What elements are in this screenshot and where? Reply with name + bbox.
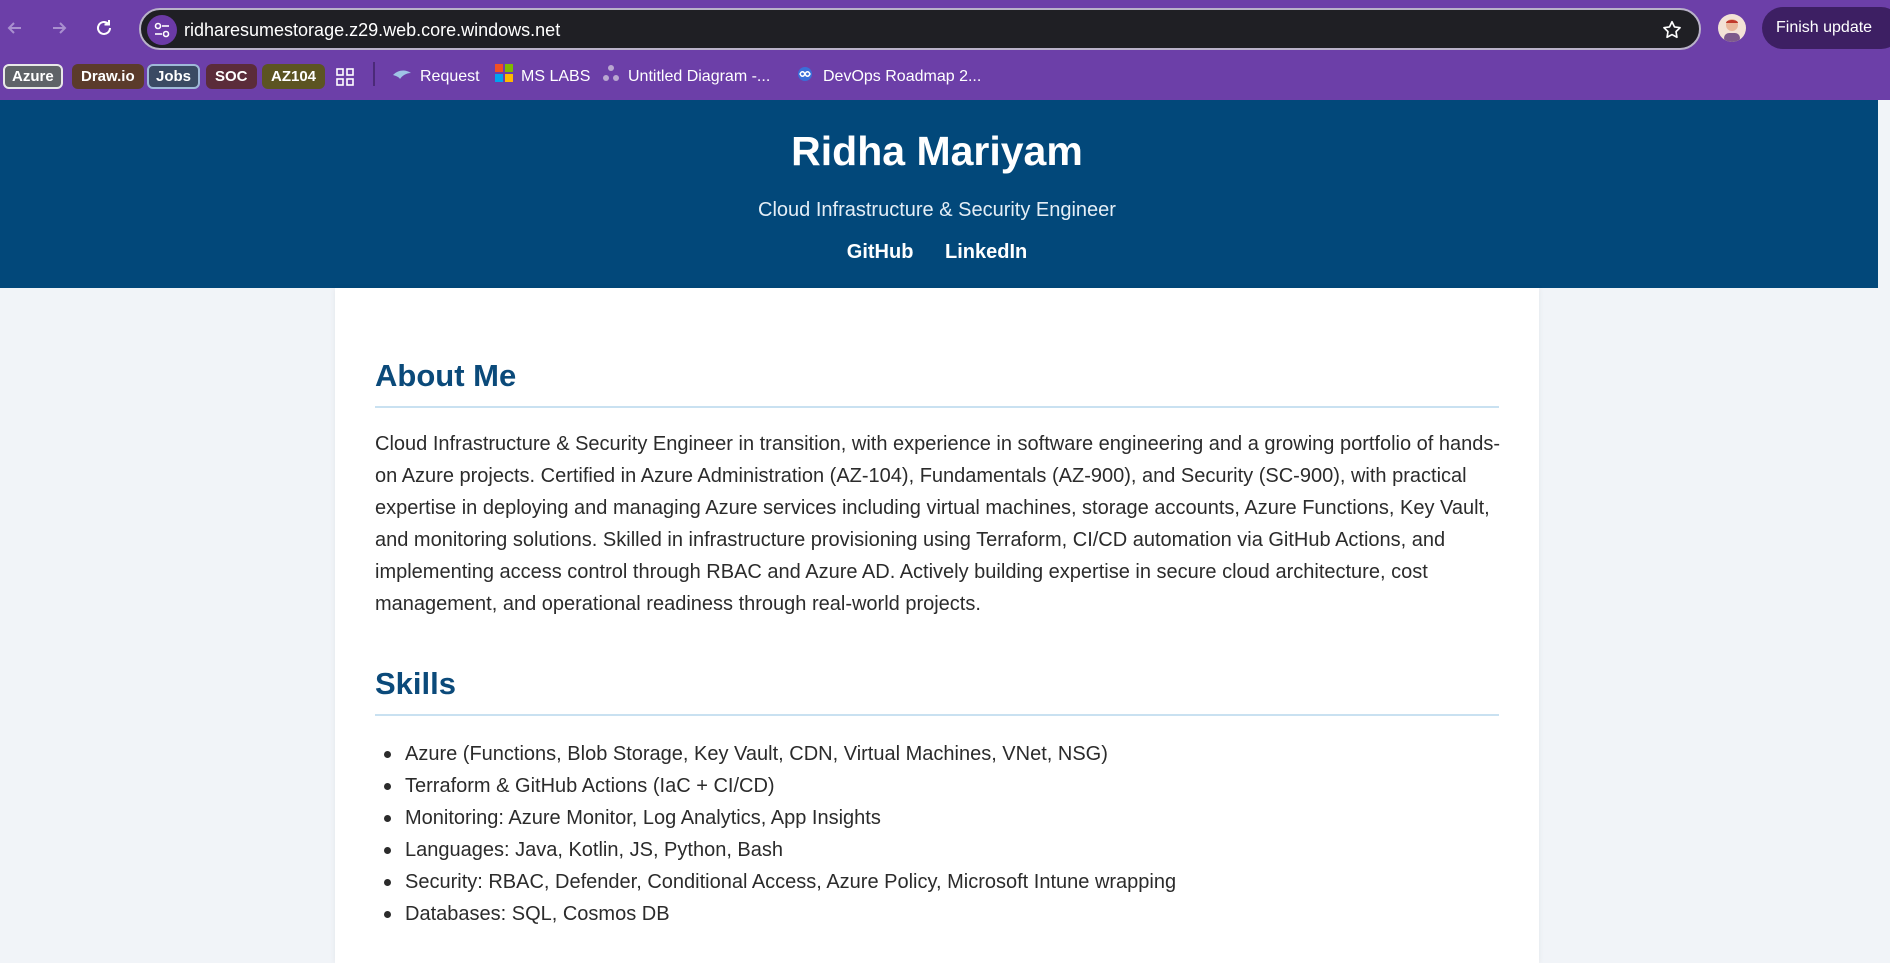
bookmarks-bar: Azure Draw.io Jobs SOC AZ104 Request MS … (0, 55, 1890, 100)
bookmark-label: MS LABS (521, 68, 591, 85)
header-links: GitHub LinkedIn (0, 241, 1874, 264)
list-item: Azure (Functions, Blob Storage, Key Vaul… (375, 738, 1503, 770)
microsoft-logo-icon (495, 63, 513, 91)
bookmark-label: Request (420, 68, 480, 85)
page-subtitle: Cloud Infrastructure & Security Engineer (758, 199, 1116, 221)
bookmark-folder-azure[interactable]: Azure (3, 64, 63, 89)
about-divider (375, 406, 1499, 408)
finish-update-button[interactable]: Finish update (1762, 7, 1890, 49)
bookmark-devops-roadmap[interactable]: DevOps Roadmap 2... (795, 64, 981, 90)
github-link[interactable]: GitHub (847, 241, 914, 263)
apps-grid-icon[interactable] (335, 67, 355, 92)
list-item: Languages: Java, Kotlin, JS, Python, Bas… (375, 834, 1503, 866)
page-header: Ridha Mariyam Cloud Infrastructure & Sec… (0, 100, 1890, 288)
list-item: Databases: SQL, Cosmos DB (375, 898, 1503, 930)
avatar[interactable] (1718, 14, 1746, 42)
scrollbar[interactable] (1878, 100, 1890, 963)
tune-icon[interactable] (147, 15, 177, 45)
about-heading: About Me (375, 358, 517, 393)
address-bar[interactable]: ridharesumestorage.z29.web.core.windows.… (139, 8, 1701, 50)
bookmark-folder-az104[interactable]: AZ104 (262, 64, 326, 89)
skills-divider (375, 714, 1499, 716)
list-item: Terraform & GitHub Actions (IaC + CI/CD) (375, 770, 1503, 802)
bookmark-folder-drawio[interactable]: Draw.io (72, 64, 144, 89)
diagram-icon (602, 64, 620, 91)
bookmark-folder-soc[interactable]: SOC (206, 64, 257, 89)
reload-icon[interactable] (90, 14, 118, 42)
arrow-left-icon[interactable] (1, 14, 29, 42)
about-text: Cloud Infrastructure & Security Engineer… (375, 433, 1501, 615)
linkedin-link[interactable]: LinkedIn (945, 241, 1027, 263)
shark-icon (392, 64, 412, 90)
url-text[interactable]: ridharesumestorage.z29.web.core.windows.… (184, 20, 560, 41)
bookmark-request[interactable]: Request (392, 64, 480, 90)
bookmark-folder-jobs[interactable]: Jobs (147, 64, 201, 89)
skills-heading: Skills (375, 666, 456, 701)
bookmark-untitled-diagram[interactable]: Untitled Diagram -... (602, 64, 770, 90)
content-card: About Me Cloud Infrastructure & Security… (335, 288, 1539, 963)
browser-toolbar: ridharesumestorage.z29.web.core.windows.… (0, 0, 1890, 55)
star-icon[interactable] (1661, 19, 1683, 46)
arrow-right-icon[interactable] (45, 14, 73, 42)
list-item: Security: RBAC, Defender, Conditional Ac… (375, 866, 1503, 898)
bookmark-ms-labs[interactable]: MS LABS (495, 63, 591, 91)
bookmark-label: DevOps Roadmap 2... (823, 68, 982, 85)
bookmark-label: Untitled Diagram -... (628, 68, 771, 85)
bookmarks-divider (373, 62, 375, 86)
list-item: Monitoring: Azure Monitor, Log Analytics… (375, 802, 1503, 834)
skills-list: Azure (Functions, Blob Storage, Key Vaul… (375, 738, 1503, 930)
infinity-icon (795, 64, 815, 90)
page-title: Ridha Mariyam (791, 128, 1083, 174)
